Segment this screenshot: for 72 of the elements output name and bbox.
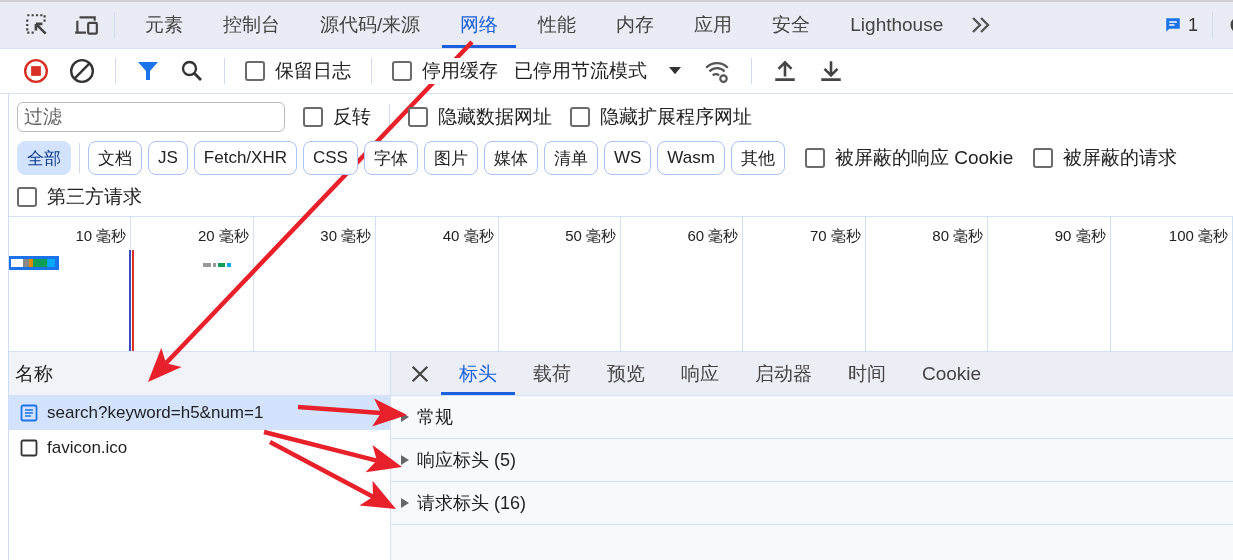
checkbox[interactable] <box>245 61 265 81</box>
panel-tab[interactable]: 应用 <box>676 2 751 48</box>
expand-triangle-icon <box>399 454 411 466</box>
details-tab[interactable]: 时间 <box>830 352 904 395</box>
time-tick-label: 80 毫秒 <box>932 227 984 246</box>
panel-tab[interactable]: 内存 <box>598 2 673 48</box>
type-filter-chip[interactable]: JS <box>148 141 188 175</box>
details-tab[interactable]: Cookie <box>904 352 1000 395</box>
type-filter-chip[interactable]: 全部 <box>17 141 71 175</box>
type-filter-chip[interactable]: 媒体 <box>483 141 538 175</box>
filter-icon[interactable] <box>136 59 160 83</box>
document-icon <box>19 403 39 423</box>
request-bar <box>203 263 231 267</box>
section-title: 请求标头 (16) <box>417 492 526 515</box>
file-icon <box>19 438 39 458</box>
panel-tab[interactable]: 元素 <box>127 2 201 48</box>
request-row[interactable]: search?keyword=h5&num=1 <box>9 396 390 430</box>
type-filter-chip[interactable]: 文档 <box>88 141 142 175</box>
section-header[interactable]: 响应标头 (5) <box>391 439 1233 482</box>
type-filter-chip[interactable]: CSS <box>303 141 358 175</box>
checkbox[interactable] <box>1033 148 1054 168</box>
section-title: 响应标头 (5) <box>417 449 516 472</box>
checkbox[interactable] <box>408 107 428 127</box>
request-name: search?keyword=h5&num=1 <box>47 403 264 423</box>
type-filter-chip[interactable]: 图片 <box>423 141 478 175</box>
upload-icon[interactable] <box>772 58 798 84</box>
download-icon[interactable] <box>818 58 844 84</box>
message-icon <box>1164 16 1182 34</box>
time-tick-label: 100 毫秒 <box>1168 227 1228 246</box>
time-tick-label: 50 毫秒 <box>565 227 616 246</box>
details-tab[interactable]: 响应 <box>663 352 737 395</box>
checkbox[interactable] <box>804 148 825 168</box>
checkbox[interactable] <box>392 61 412 81</box>
checkbox-label: 停用缓存 <box>422 58 498 84</box>
type-filter-chip[interactable]: 字体 <box>363 141 418 175</box>
time-tick-label: 70 毫秒 <box>809 227 861 246</box>
stop-recording-icon[interactable] <box>23 58 49 84</box>
time-tick-label: 40 毫秒 <box>442 227 494 246</box>
section-title: 常规 <box>417 406 453 429</box>
expand-triangle-icon <box>399 497 411 509</box>
type-filter-chip[interactable]: Fetch/XHR <box>193 141 297 175</box>
time-tick-label: 60 毫秒 <box>687 227 739 246</box>
clear-icon[interactable] <box>69 58 95 84</box>
type-filter-chip[interactable]: 清单 <box>543 141 598 175</box>
request-bar <box>9 256 59 270</box>
panel-tab[interactable]: 网络 <box>442 2 517 48</box>
panel-tab[interactable]: Lighthouse <box>832 2 962 48</box>
panel-tab[interactable]: 安全 <box>754 2 829 48</box>
type-filter-chip[interactable]: Wasm <box>657 141 725 175</box>
details-tab[interactable]: 标头 <box>441 352 515 395</box>
type-filter-chip[interactable]: 其他 <box>730 141 785 175</box>
checkbox[interactable] <box>303 107 323 127</box>
details-tab[interactable]: 启动器 <box>737 352 830 395</box>
details-tab[interactable]: 预览 <box>589 352 663 395</box>
request-name: favicon.ico <box>47 438 128 458</box>
panel-tab[interactable]: 源代码/来源 <box>302 2 439 48</box>
column-header: 名称 <box>15 361 53 386</box>
request-row[interactable]: favicon.ico <box>9 431 390 465</box>
checkbox[interactable] <box>17 187 37 207</box>
details-tab[interactable]: 载荷 <box>515 352 589 395</box>
search-icon[interactable] <box>180 59 204 83</box>
time-tick-label: 10 毫秒 <box>75 227 127 246</box>
section-header[interactable]: 请求标头 (16) <box>391 482 1233 525</box>
time-tick-label: 90 毫秒 <box>1054 227 1106 246</box>
time-tick-label: 30 毫秒 <box>320 227 372 246</box>
type-filter-chip[interactable]: WS <box>603 141 652 175</box>
panel-tab[interactable]: 控制台 <box>205 2 298 48</box>
issues-button[interactable]: 1 <box>1158 13 1212 37</box>
filter-field[interactable]: 过滤 <box>17 102 285 132</box>
time-tick-label: 20 毫秒 <box>197 227 249 246</box>
checkbox[interactable] <box>570 107 590 127</box>
panel-tab[interactable]: 性能 <box>520 2 595 48</box>
